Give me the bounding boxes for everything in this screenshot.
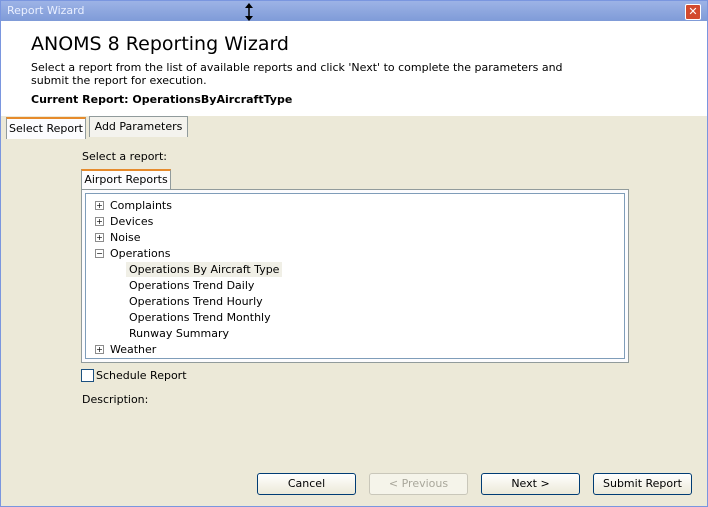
close-icon: ✕ (688, 5, 698, 18)
report-wizard-window: Report Wizard ✕ ANOMS 8 Reporting Wizard… (0, 0, 708, 507)
tab-airport-reports[interactable]: Airport Reports (81, 169, 171, 191)
report-tree[interactable]: + Complaints + Devices + Noise − Operati… (85, 193, 625, 359)
tree-node-label[interactable]: Complaints (110, 198, 172, 213)
select-report-page: Select a report: Airport Reports + Compl… (5, 137, 703, 467)
title-bar[interactable]: Report Wizard ✕ (1, 1, 707, 21)
wizard-title: ANOMS 8 Reporting Wizard (31, 33, 289, 55)
collapse-minus-icon[interactable]: − (95, 249, 104, 258)
tree-node-label[interactable]: Devices (110, 214, 153, 229)
tree-leaf-operations-trend-hourly[interactable]: Operations Trend Hourly (126, 294, 266, 309)
schedule-report-label[interactable]: Schedule Report (96, 369, 187, 382)
previous-button[interactable]: < Previous (369, 473, 468, 495)
tree-node-label[interactable]: Weather (110, 342, 156, 357)
tree-leaf-runway-summary[interactable]: Runway Summary (126, 326, 232, 341)
close-button[interactable]: ✕ (685, 4, 701, 20)
select-report-prompt: Select a report: (82, 150, 167, 163)
expand-plus-icon[interactable]: + (95, 345, 104, 354)
expand-plus-icon[interactable]: + (95, 201, 104, 210)
instructions-text: Select a report from the list of availab… (31, 61, 563, 87)
tree-node-label[interactable]: Operations (110, 246, 170, 261)
expand-plus-icon[interactable]: + (95, 233, 104, 242)
tab-add-parameters[interactable]: Add Parameters (89, 116, 188, 137)
tree-node-label[interactable]: Noise (110, 230, 141, 245)
tree-leaf-operations-trend-monthly[interactable]: Operations Trend Monthly (126, 310, 274, 325)
cancel-button[interactable]: Cancel (257, 473, 356, 495)
submit-report-button[interactable]: Submit Report (593, 473, 692, 495)
tree-leaf-operations-by-aircraft-type[interactable]: Operations By Aircraft Type (126, 262, 283, 277)
wizard-header: ANOMS 8 Reporting Wizard Select a report… (1, 21, 707, 116)
tab-select-report[interactable]: Select Report (6, 117, 86, 139)
resize-cursor-icon (245, 3, 253, 21)
description-label: Description: (82, 393, 149, 406)
current-report-label: Current Report: OperationsByAircraftType (31, 93, 293, 106)
window-title: Report Wizard (7, 4, 85, 17)
schedule-report-checkbox[interactable] (81, 369, 94, 382)
report-tree-panel: + Complaints + Devices + Noise − Operati… (81, 189, 629, 363)
tree-leaf-operations-trend-daily[interactable]: Operations Trend Daily (126, 278, 257, 293)
next-button[interactable]: Next > (481, 473, 580, 495)
expand-plus-icon[interactable]: + (95, 217, 104, 226)
